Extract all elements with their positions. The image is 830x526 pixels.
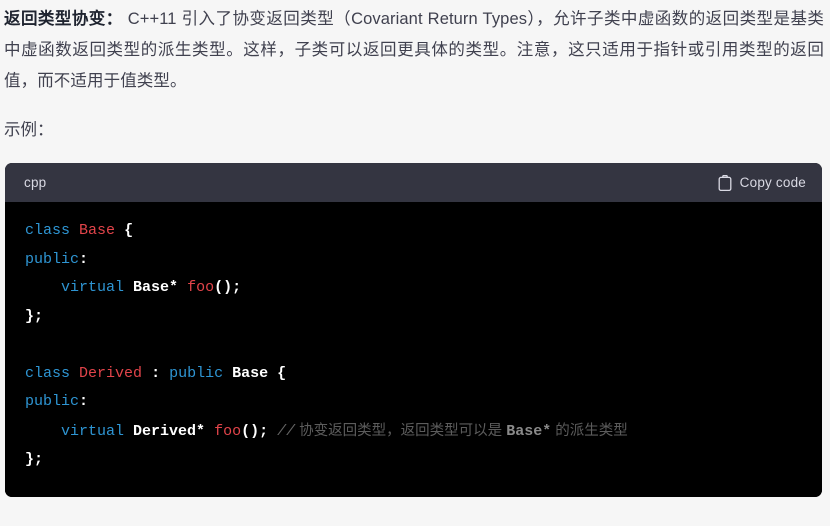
code-token: (); [241,422,269,440]
code-token: : [151,364,161,382]
code-token: Base* [506,422,552,440]
code-token: }; [25,451,44,468]
paragraph-lead: 返回类型协变： [4,10,123,28]
code-token: // [277,422,296,440]
code-line: class Base { [25,222,133,239]
code-token: (); [214,279,242,296]
code-token: class [25,222,71,239]
code-token: public [25,393,80,410]
copy-code-label: Copy code [739,175,806,190]
copy-code-button[interactable]: Copy code [718,174,806,191]
code-token: }; [25,307,44,325]
code-token: Base [79,222,116,239]
code-block-body[interactable]: class Base { public: virtual Base* foo()… [5,202,822,497]
code-token: virtual [61,422,125,440]
code-token: Derived [79,364,143,382]
code-line: public: [25,251,88,268]
code-token: : [79,250,89,268]
code-token: Base [232,364,269,382]
clipboard-icon [718,174,732,191]
code-token: Base* [133,279,179,296]
code-line: }; [25,308,43,325]
code-block-header: cpp Copy code [5,163,822,202]
code-token: 协变返回类型，返回类型可以是 [295,422,507,439]
paragraph-body: C++11 引入了协变返回类型（Covariant Return Types），… [4,10,824,90]
code-language-label: cpp [24,175,47,190]
code-line: }; [25,451,43,468]
article-prose: 返回类型协变： C++11 引入了协变返回类型（Covariant Return… [0,0,830,146]
code-line: virtual Derived* foo(); // 协变返回类型，返回类型可以… [25,423,628,440]
code-line: virtual Base* foo(); [25,279,241,296]
code-token: foo [214,422,242,440]
code-token: public [169,364,224,382]
code-token: 的派生类型 [551,422,628,439]
code-token: foo [187,279,215,296]
code-token: public [25,250,80,268]
code-token: : [79,393,89,410]
code-token: { [124,222,134,239]
example-label: 示例： [4,121,54,139]
page-root: 返回类型协变： C++11 引入了协变返回类型（Covariant Return… [0,0,830,526]
code-token: class [25,364,71,382]
code-token: Derived* [133,422,206,440]
code-content[interactable]: class Base { public: virtual Base* foo()… [5,217,822,475]
code-token: virtual [61,279,125,296]
code-block: cpp Copy code class Base { public: virtu… [5,163,822,497]
code-line: public: [25,393,88,410]
code-line: class Derived : public Base { [25,365,286,382]
code-token: { [277,364,287,382]
paragraph-covariant-return: 返回类型协变： C++11 引入了协变返回类型（Covariant Return… [4,0,824,97]
